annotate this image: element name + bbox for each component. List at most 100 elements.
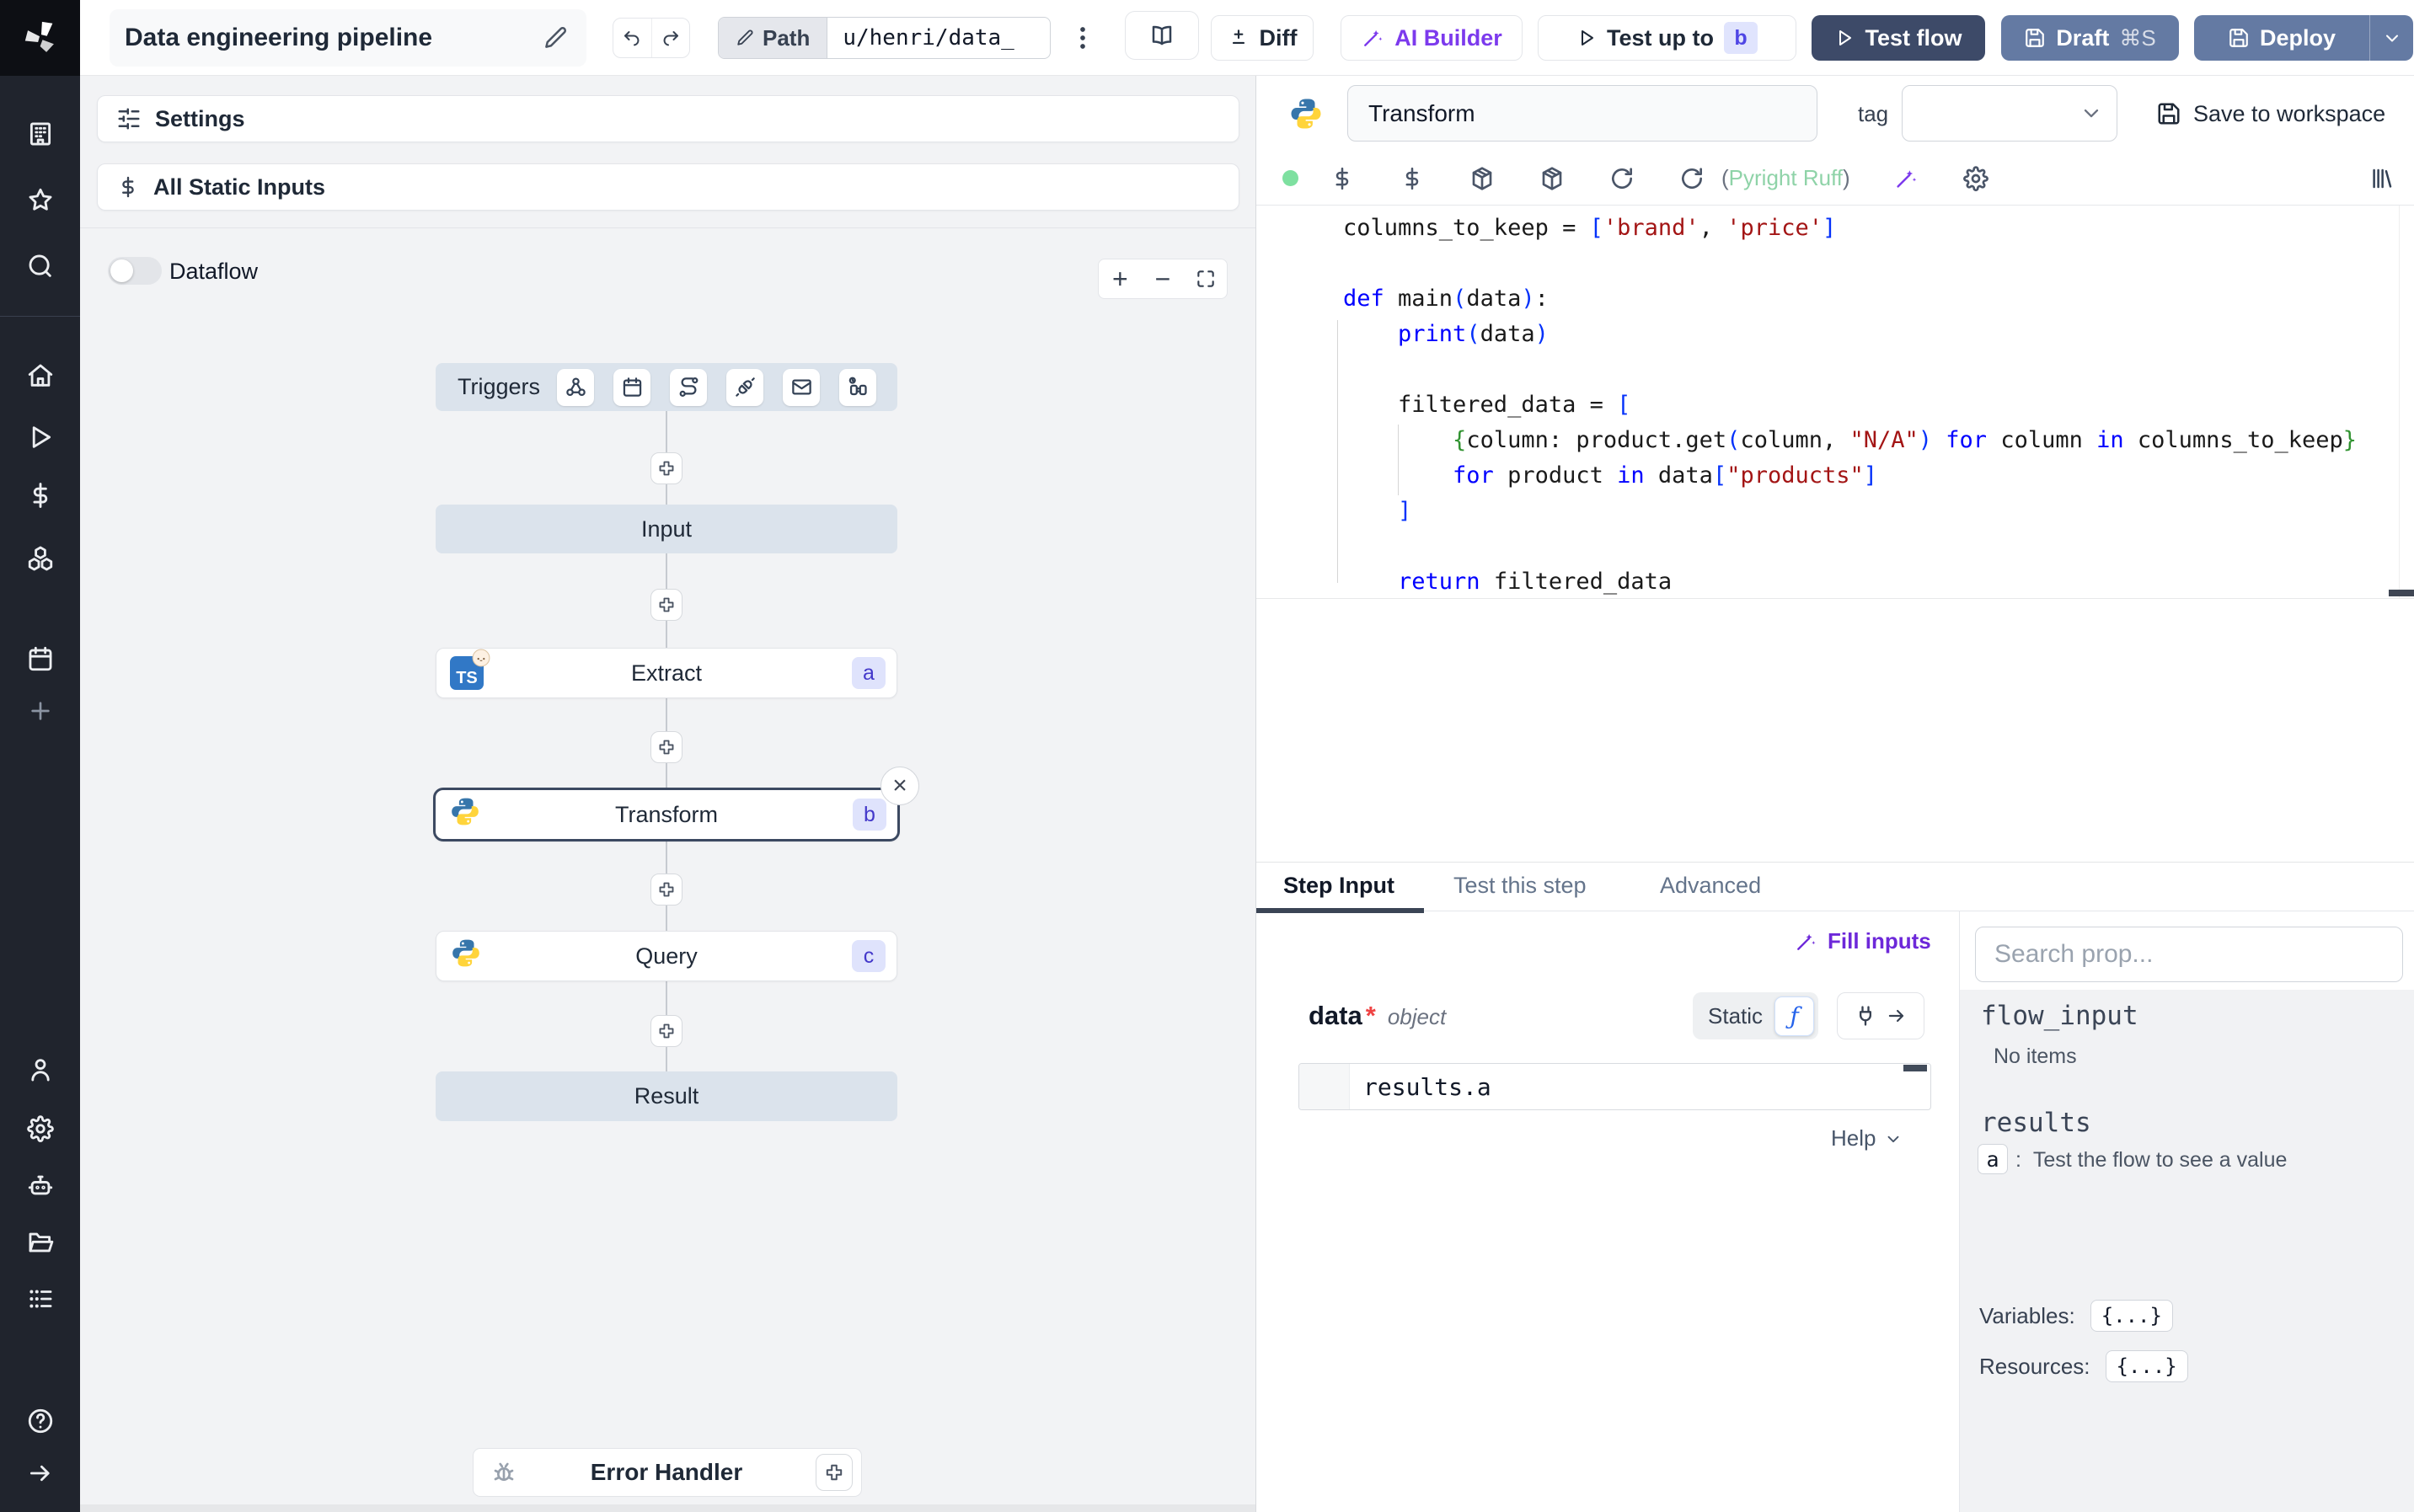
insert-step-button[interactable] (650, 452, 682, 484)
sidebar-item-settings[interactable] (0, 1109, 80, 1149)
all-static-inputs-button[interactable]: All Static Inputs (97, 163, 1239, 211)
input-node[interactable]: Input (436, 505, 897, 553)
insert-step-button[interactable] (650, 589, 682, 621)
editor-settings-button[interactable] (1961, 152, 1991, 205)
path-button[interactable]: Path (719, 18, 828, 58)
sidebar-item-variables[interactable] (0, 475, 80, 516)
dataflow-toggle[interactable] (108, 257, 162, 285)
canvas-horizontal-scrollbar[interactable] (80, 1504, 1255, 1512)
step-name-input[interactable] (1347, 85, 1817, 142)
code-editor[interactable]: columns_to_keep = ['brand', 'price'] def… (1256, 206, 2414, 598)
flow-title-wrap[interactable]: Data engineering pipeline (110, 9, 586, 67)
insert-step-button[interactable] (650, 1015, 682, 1047)
undo-button[interactable] (613, 19, 651, 57)
more-menu-button[interactable] (1064, 19, 1101, 56)
library-panel-button[interactable] (2367, 152, 2397, 205)
insert-step-button[interactable] (650, 874, 682, 906)
static-mode-label[interactable]: Static (1708, 1003, 1763, 1029)
poll-trigger-button[interactable] (839, 368, 877, 406)
search-prop-input[interactable] (1975, 927, 2403, 982)
sidebar-item-schedules[interactable] (0, 638, 80, 679)
flow-input-empty: No items (1994, 1045, 2077, 1068)
diff-button[interactable]: Diff (1211, 15, 1314, 61)
test-flow-button[interactable]: Test flow (1812, 15, 1985, 61)
flow-props-panel: flow_input No items results a : Test the… (1959, 911, 2414, 1512)
resources-object-badge[interactable]: {...} (2105, 1350, 2188, 1382)
fill-inputs-button[interactable]: Fill inputs (1794, 928, 1931, 954)
tab-step-input[interactable]: Step Input (1283, 873, 1394, 899)
static-inputs-button[interactable] (1327, 152, 1357, 205)
sidebar-item-resources[interactable] (0, 538, 80, 579)
sidebar-item-workspace[interactable] (0, 114, 80, 154)
variables-object-badge[interactable]: {...} (2090, 1300, 2173, 1332)
route-trigger-button[interactable] (670, 368, 708, 406)
result-node[interactable]: Result (436, 1071, 897, 1121)
result-key-badge[interactable]: a (1978, 1144, 2008, 1174)
variables-button[interactable] (1397, 152, 1427, 205)
schedule-trigger-button[interactable] (613, 368, 651, 406)
draft-button[interactable]: Draft ⌘S (2001, 15, 2179, 61)
code-assistants-status[interactable]: (Pyright Ruff) (1721, 152, 1850, 205)
binoculars-clock-icon (848, 377, 867, 396)
package-button-2[interactable] (1537, 152, 1567, 205)
reload-button[interactable] (1607, 152, 1637, 205)
tag-select[interactable] (1902, 85, 2117, 142)
email-trigger-button[interactable] (783, 368, 821, 406)
ai-assist-button[interactable] (1891, 152, 1921, 205)
plus-cross-icon (659, 461, 674, 476)
zoom-out-button[interactable]: − (1143, 259, 1183, 298)
help-button[interactable]: Help (1831, 1125, 1903, 1151)
sidebar-item-workers[interactable] (0, 1165, 80, 1205)
triggers-node[interactable]: Triggers (436, 363, 897, 411)
sidebar-item-runs[interactable] (0, 417, 80, 457)
windmill-logo[interactable] (0, 0, 80, 76)
sidebar-item-home[interactable] (0, 355, 80, 396)
error-handler-node[interactable]: Error Handler (473, 1448, 862, 1497)
tab-advanced[interactable]: Advanced (1660, 873, 1761, 899)
flow-input-section-title[interactable]: flow_input (1981, 1001, 2138, 1031)
save-to-workspace-button[interactable]: Save to workspace (2156, 93, 2385, 135)
insert-step-button[interactable] (650, 731, 682, 763)
test-up-to-label: Test up to (1607, 24, 1714, 51)
edit-title-icon[interactable] (543, 25, 568, 51)
arrow-right-icon (1888, 1009, 1904, 1023)
sidebar-item-users[interactable] (0, 1050, 80, 1090)
fit-view-button[interactable] (1186, 259, 1226, 298)
sidebar-item-logs[interactable] (0, 1279, 80, 1319)
results-section-title[interactable]: results (1981, 1108, 2091, 1138)
sidebar-item-search[interactable] (0, 246, 80, 286)
sidebar-item-folders[interactable] (0, 1222, 80, 1263)
package-button[interactable] (1467, 152, 1497, 205)
docs-button[interactable] (1125, 11, 1199, 60)
tab-test-this-step[interactable]: Test this step (1453, 873, 1587, 899)
sidebar-expand[interactable] (0, 1453, 80, 1493)
save-to-workspace-label: Save to workspace (2193, 100, 2386, 126)
path-value[interactable]: u/henri/data_ (827, 18, 1050, 58)
building-icon (29, 122, 51, 146)
reload-button-2[interactable] (1677, 152, 1707, 205)
websocket-trigger-button[interactable] (726, 368, 764, 406)
javascript-mode-button[interactable]: ƒ (1774, 996, 1815, 1036)
step-tabs: Step Input Test this step Advanced (1256, 869, 2414, 913)
step-node-transform-selected[interactable]: Transform b (433, 788, 900, 841)
sidebar-item-favorites[interactable] (0, 180, 80, 221)
sidebar-item-add[interactable] (0, 691, 80, 731)
step-node-extract[interactable]: TS Extract a (436, 648, 897, 698)
deploy-dropdown-button[interactable] (2369, 15, 2413, 61)
add-error-handler-button[interactable] (816, 1454, 853, 1491)
flow-settings-button[interactable]: Settings (97, 95, 1239, 142)
panel-splitter[interactable] (1256, 862, 2414, 863)
test-up-to-button[interactable]: Test up to b (1538, 15, 1796, 61)
webhook-trigger-button[interactable] (557, 368, 595, 406)
redo-button[interactable] (650, 19, 690, 57)
sidebar-item-help[interactable] (0, 1401, 80, 1441)
step-node-query[interactable]: Query c (436, 931, 897, 981)
expression-editor[interactable]: results.a (1298, 1063, 1931, 1110)
deploy-button[interactable]: Deploy (2194, 25, 2369, 51)
remove-step-button[interactable]: × (880, 767, 919, 805)
editor-scrollbar-thumb[interactable] (2389, 590, 2414, 596)
ai-builder-button[interactable]: AI Builder (1341, 15, 1523, 61)
plus-cross-icon (659, 1023, 674, 1039)
connect-input-group[interactable] (1837, 992, 1924, 1039)
zoom-in-button[interactable]: + (1100, 259, 1140, 298)
